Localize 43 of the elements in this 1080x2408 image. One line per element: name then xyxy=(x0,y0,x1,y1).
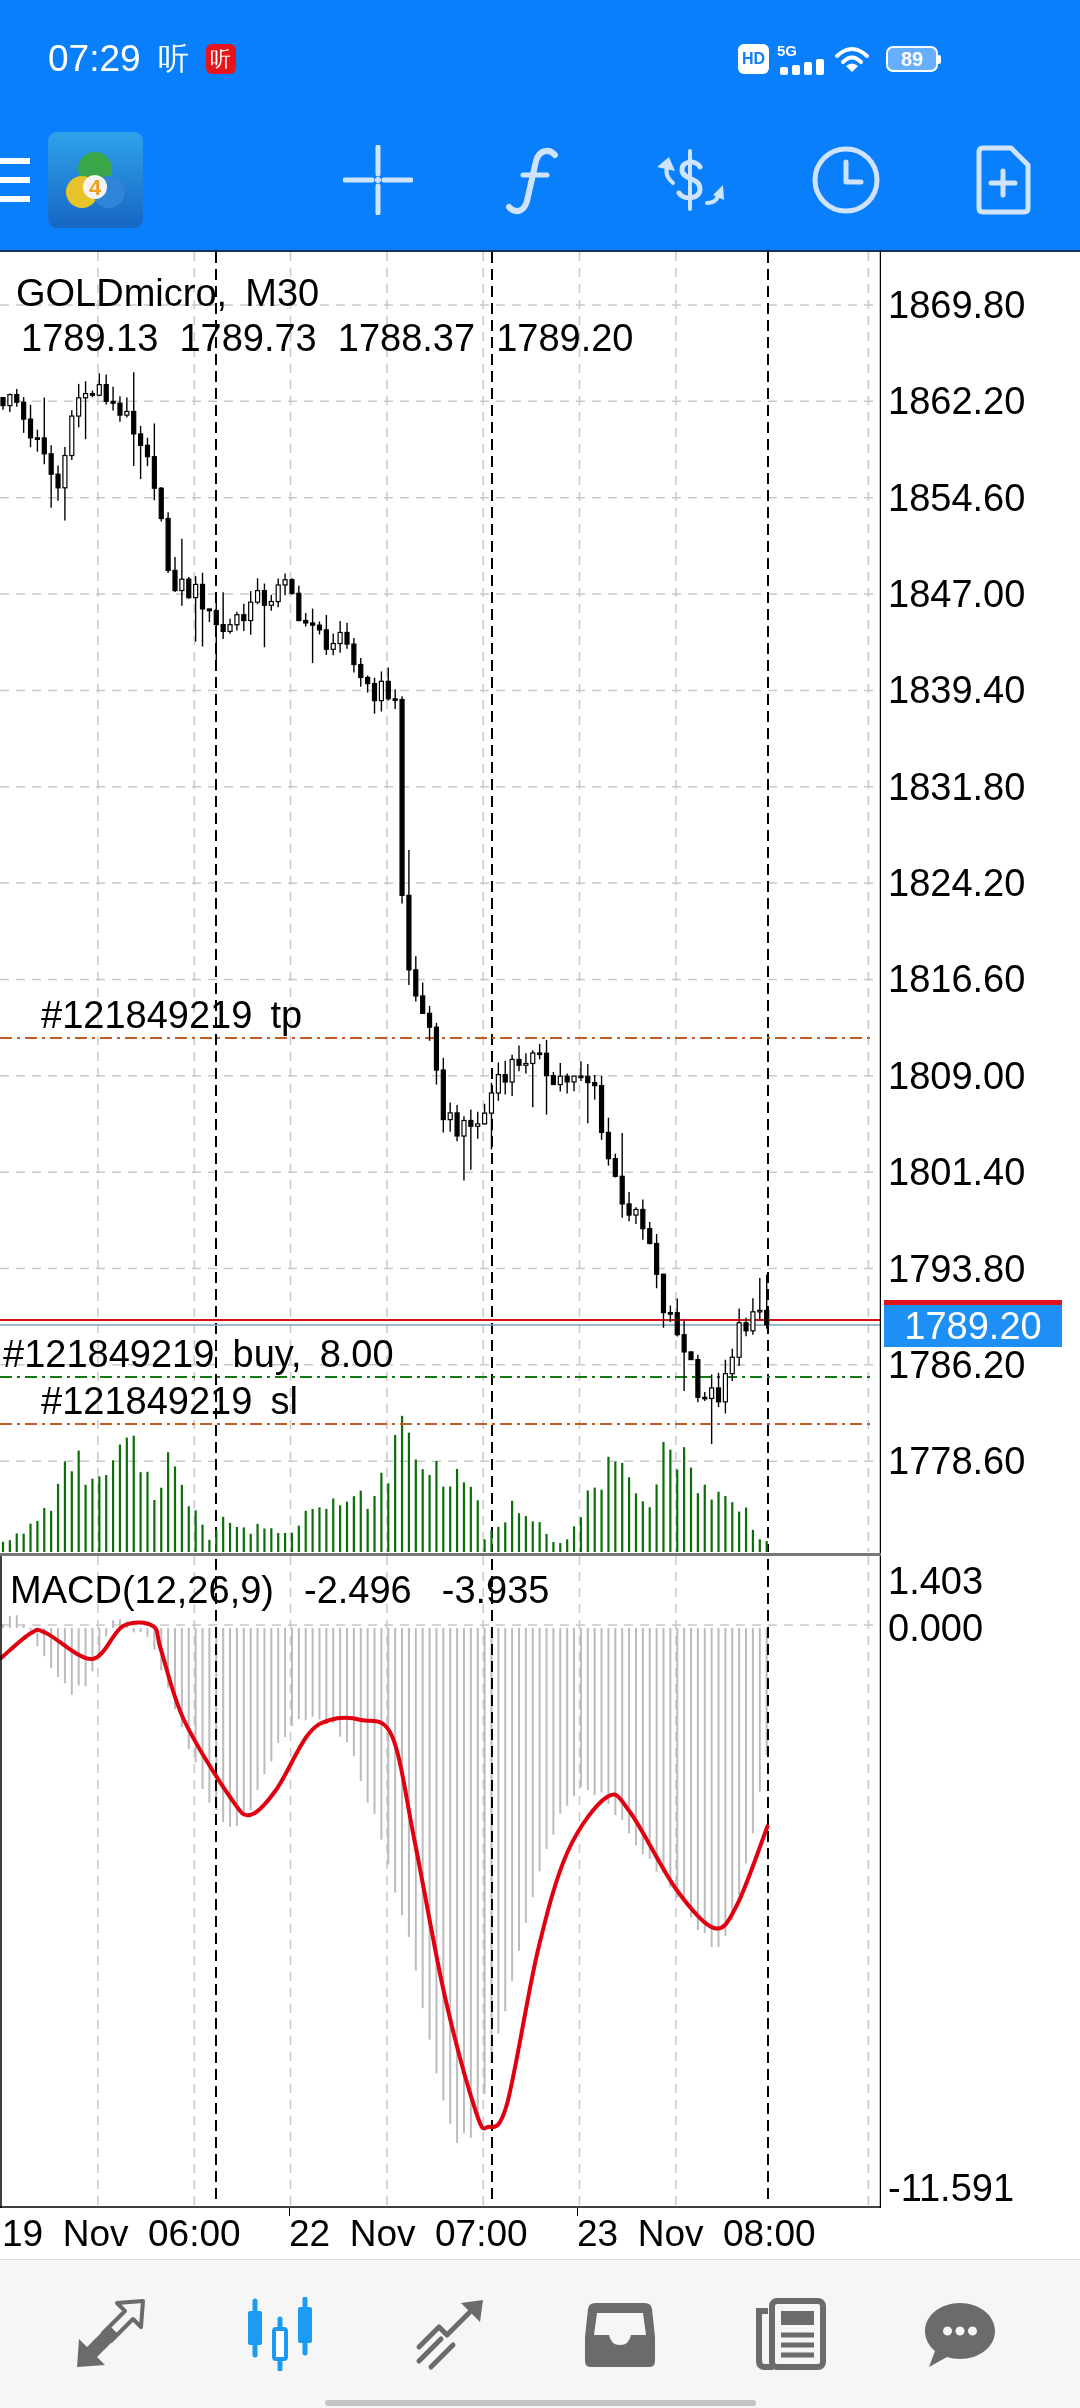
price-axis-label: 1809.00 xyxy=(888,1053,1026,1098)
signal-icon xyxy=(780,59,824,75)
price-axis-label: 1847.00 xyxy=(888,572,1026,617)
indicator-value: -3.935 xyxy=(441,1568,550,1612)
chart-title: GOLDmicro, M30 xyxy=(16,271,320,315)
price-axis-label: 1801.40 xyxy=(888,1150,1026,1195)
ohlc-value: 1789.73 xyxy=(179,316,317,360)
ohlc-value: 1789.13 xyxy=(21,316,159,360)
price-axis-label: 1793.80 xyxy=(888,1246,1026,1291)
notification-badge: 听 xyxy=(205,44,236,74)
price-axis-label: 1854.60 xyxy=(888,475,1026,520)
battery-percentage: 89 xyxy=(886,46,938,72)
crosshair-icon[interactable] xyxy=(343,145,413,215)
menu-icon[interactable] xyxy=(0,158,30,202)
wifi-icon xyxy=(835,46,869,72)
logo-icon[interactable]: 4 xyxy=(48,132,143,228)
price-axis-label: 1816.60 xyxy=(888,957,1026,1002)
indicator-value: -2.496 xyxy=(304,1568,412,1612)
indicator-axis-label: -11.591 xyxy=(888,2166,1015,2210)
order-label: #121849219 buy, 8.00 xyxy=(3,1332,394,1376)
network-type: 5G xyxy=(777,43,797,58)
time-axis-label: 19 Nov 06:00 xyxy=(2,2212,241,2256)
price-axis-label: 1869.80 xyxy=(888,283,1026,327)
notification-glyph: 听 xyxy=(157,42,189,76)
stop-loss-label: #121849219 sl xyxy=(41,1379,298,1423)
take-profit-label: #121849219 tp xyxy=(41,993,303,1037)
indicator-label: MACD(12,26,9) xyxy=(10,1568,274,1612)
current-price-label: 1789.20 xyxy=(884,1300,1062,1347)
price-axis-label: 1862.20 xyxy=(888,379,1026,424)
indicator-axis-label: 1.403 xyxy=(888,1559,984,1603)
price-axis-label: 1831.80 xyxy=(888,764,1026,809)
ohlc-value: 1788.37 xyxy=(337,316,476,360)
ohlc-value: 1789.20 xyxy=(496,316,634,360)
newspaper-icon[interactable] xyxy=(753,2297,827,2371)
price-axis-label: 1778.60 xyxy=(888,1439,1026,1484)
time-axis-label: 23 Nov 08:00 xyxy=(577,2212,816,2256)
clock-icon[interactable] xyxy=(811,145,881,215)
indicator-axis-label: 0.000 xyxy=(888,1606,984,1650)
price-axis-label: 1839.40 xyxy=(888,668,1026,713)
price-axis-label: 1824.20 xyxy=(888,861,1026,906)
hd-badge: HD xyxy=(738,44,769,74)
status-time: 07:29 xyxy=(48,37,141,81)
time-axis-label: 22 Nov 07:00 xyxy=(289,2212,528,2256)
